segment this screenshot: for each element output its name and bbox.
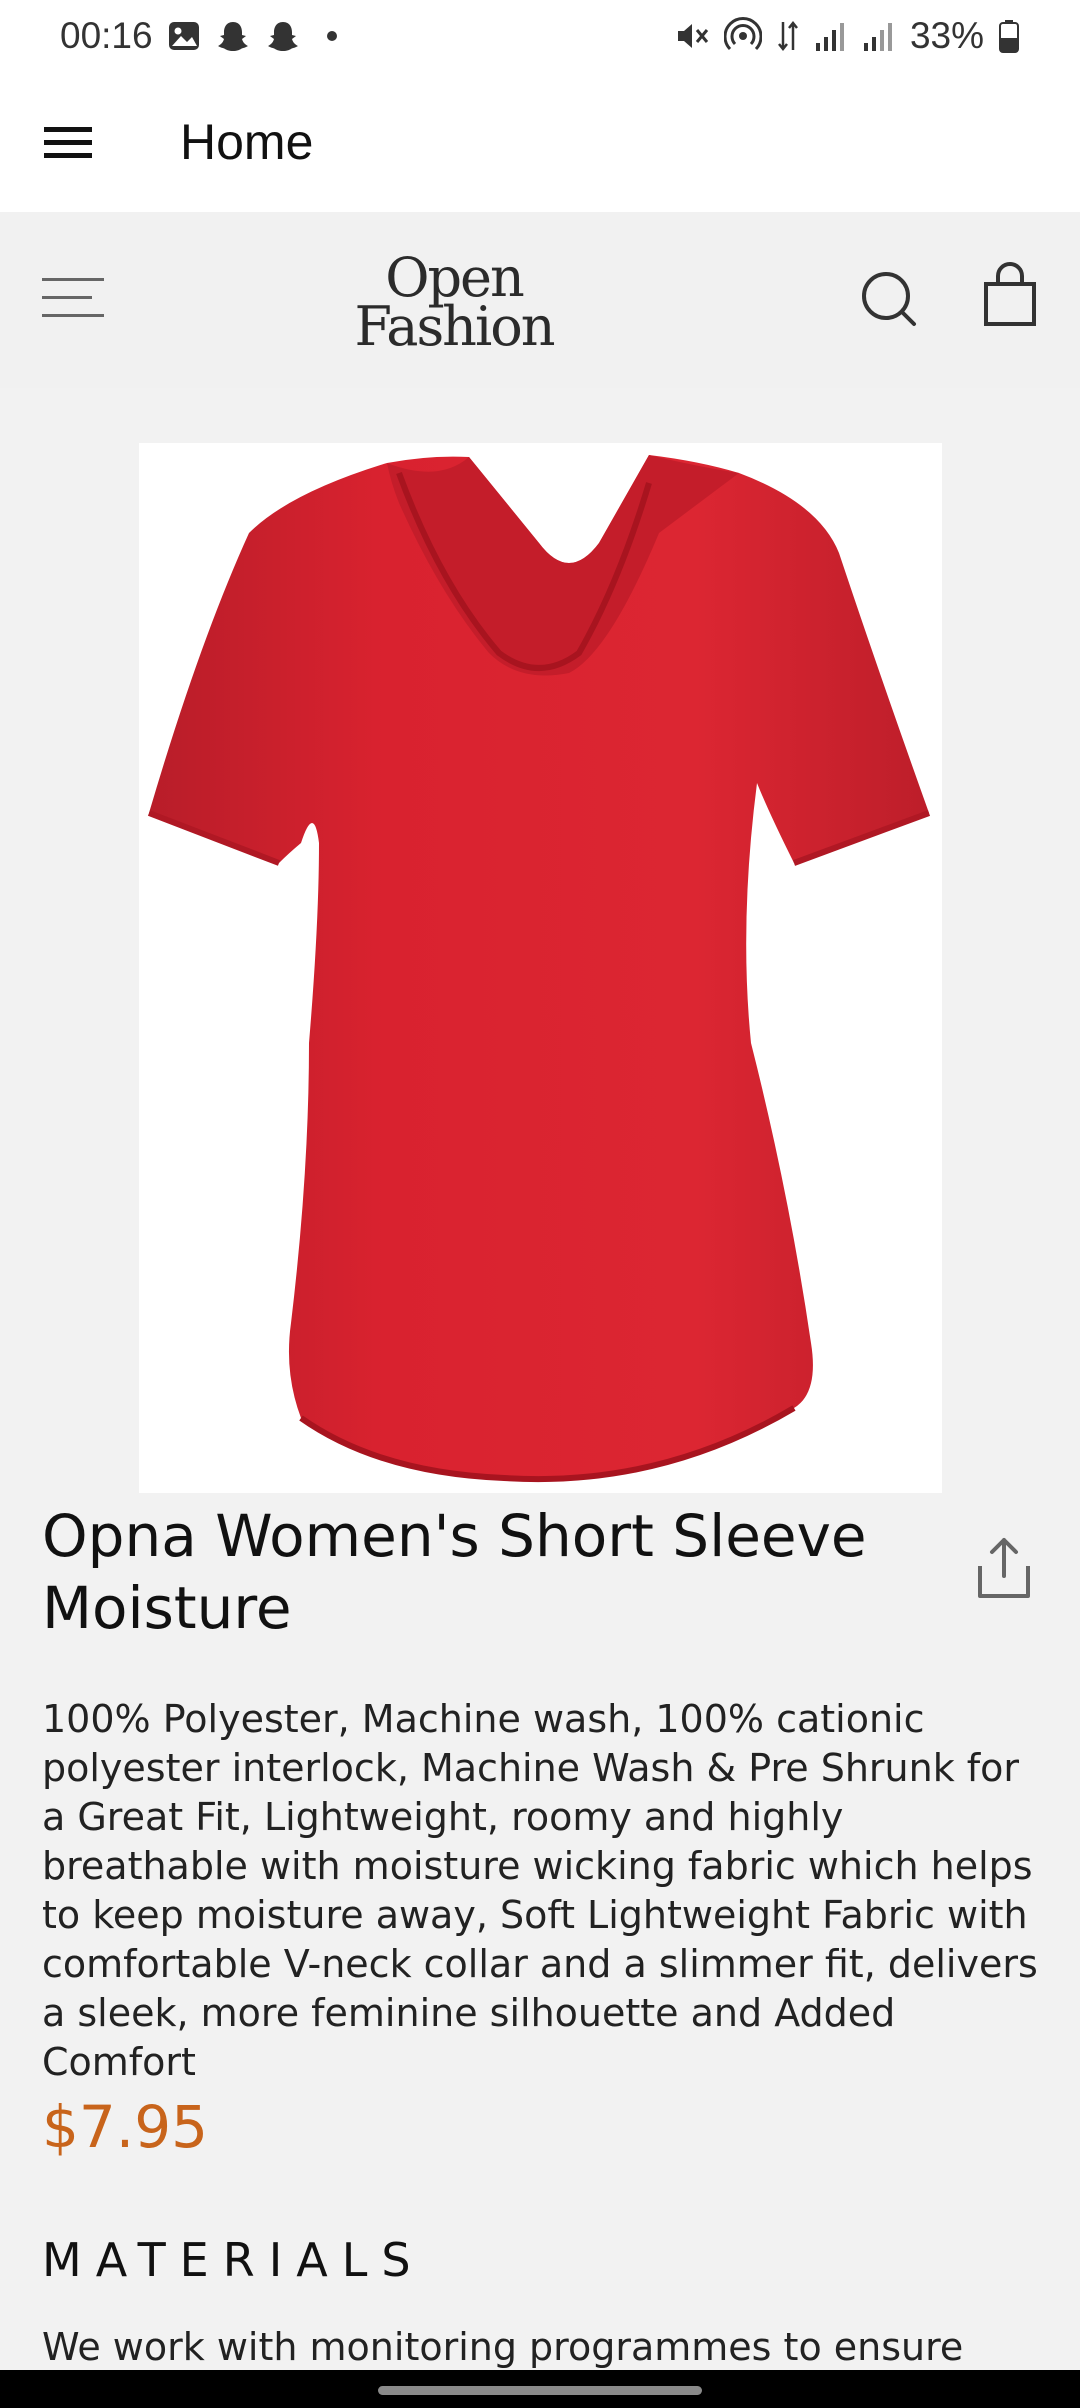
- status-right: 33%: [674, 15, 1020, 57]
- home-gesture-handle[interactable]: [378, 2386, 702, 2395]
- signal-icon: [814, 19, 848, 53]
- product-image[interactable]: [139, 443, 942, 1493]
- product-title: Opna Women's Short Sleeve Moisture: [42, 1502, 867, 1642]
- store-menu-button[interactable]: [40, 272, 106, 328]
- share-icon: [978, 1538, 1030, 1598]
- product-price: $7.95: [42, 2093, 209, 2161]
- snapchat-icon: [215, 18, 251, 54]
- menu-icon: [42, 278, 104, 317]
- search-icon: [862, 272, 916, 326]
- shopping-bag-icon: [984, 262, 1036, 326]
- battery-icon: [998, 18, 1020, 54]
- mute-icon: [674, 18, 710, 54]
- gallery-icon: [167, 19, 201, 53]
- signal-icon: [862, 19, 896, 53]
- product-title-row: Opna Women's Short Sleeve Moisture: [42, 1500, 1042, 1644]
- system-nav-bar: [0, 2370, 1080, 2408]
- status-left: 00:16: [60, 15, 337, 57]
- share-button[interactable]: [976, 1536, 1032, 1604]
- materials-heading: MATERIALS: [42, 2233, 425, 2287]
- store-header: Open Fashion: [0, 212, 1080, 388]
- data-icon: [776, 18, 800, 54]
- battery-percent: 33%: [909, 15, 984, 56]
- hotspot-icon: [723, 17, 762, 55]
- app-bar: Home: [0, 72, 1080, 212]
- snapchat-icon: [265, 18, 301, 54]
- brand-logo[interactable]: Open Fashion: [344, 251, 564, 358]
- logo-line-2: Fashion: [354, 294, 555, 358]
- search-button[interactable]: [858, 268, 922, 336]
- materials-text: We work with monitoring programmes to en…: [42, 2325, 964, 2369]
- notification-dot: [326, 31, 337, 41]
- app-title: Home: [180, 114, 314, 170]
- status-time: 00:16: [60, 15, 153, 56]
- cart-button[interactable]: [982, 262, 1038, 332]
- hamburger-menu-button[interactable]: [0, 72, 136, 212]
- product-description: 100% Polyester, Machine wash, 100% catio…: [42, 1697, 1038, 2084]
- tshirt-image: [147, 455, 931, 1483]
- hamburger-menu-icon: [44, 127, 92, 158]
- status-bar: 00:16 33%: [0, 0, 1080, 72]
